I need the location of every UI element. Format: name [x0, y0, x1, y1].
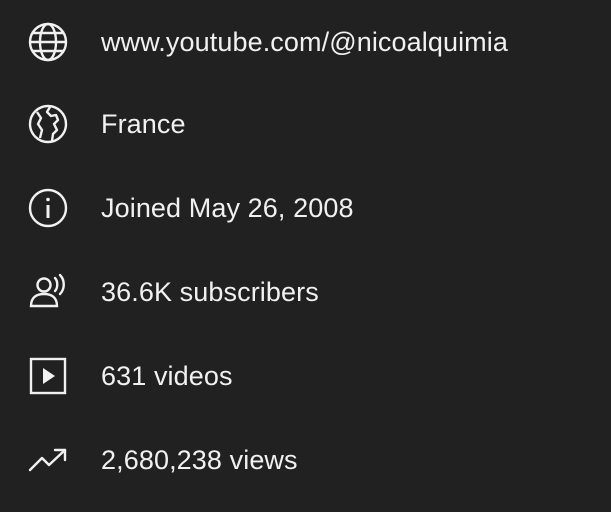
views-row: 2,680,238 views — [0, 418, 611, 502]
video-icon — [28, 356, 68, 396]
globe-icon — [28, 22, 68, 62]
subscriber-count-label: 36.6K subscribers — [101, 277, 319, 307]
channel-link-row: www.youtube.com/@nicoalquimia — [0, 0, 611, 84]
joined-row: Joined May 26, 2008 — [0, 166, 611, 250]
earth-icon — [28, 104, 68, 144]
subscribers-row: 36.6K subscribers — [0, 250, 611, 334]
view-count-label: 2,680,238 views — [101, 445, 298, 475]
country-row: France — [0, 82, 611, 166]
country-label: France — [101, 109, 186, 139]
video-count-label: 631 videos — [101, 361, 233, 391]
channel-about-details: www.youtube.com/@nicoalquimia France Joi… — [0, 0, 611, 512]
trending-up-icon — [28, 440, 68, 480]
joined-date-label: Joined May 26, 2008 — [101, 193, 354, 223]
videos-row: 631 videos — [0, 334, 611, 418]
subscribers-icon — [28, 272, 68, 312]
info-icon — [28, 188, 68, 228]
channel-url-link[interactable]: www.youtube.com/@nicoalquimia — [101, 26, 508, 58]
